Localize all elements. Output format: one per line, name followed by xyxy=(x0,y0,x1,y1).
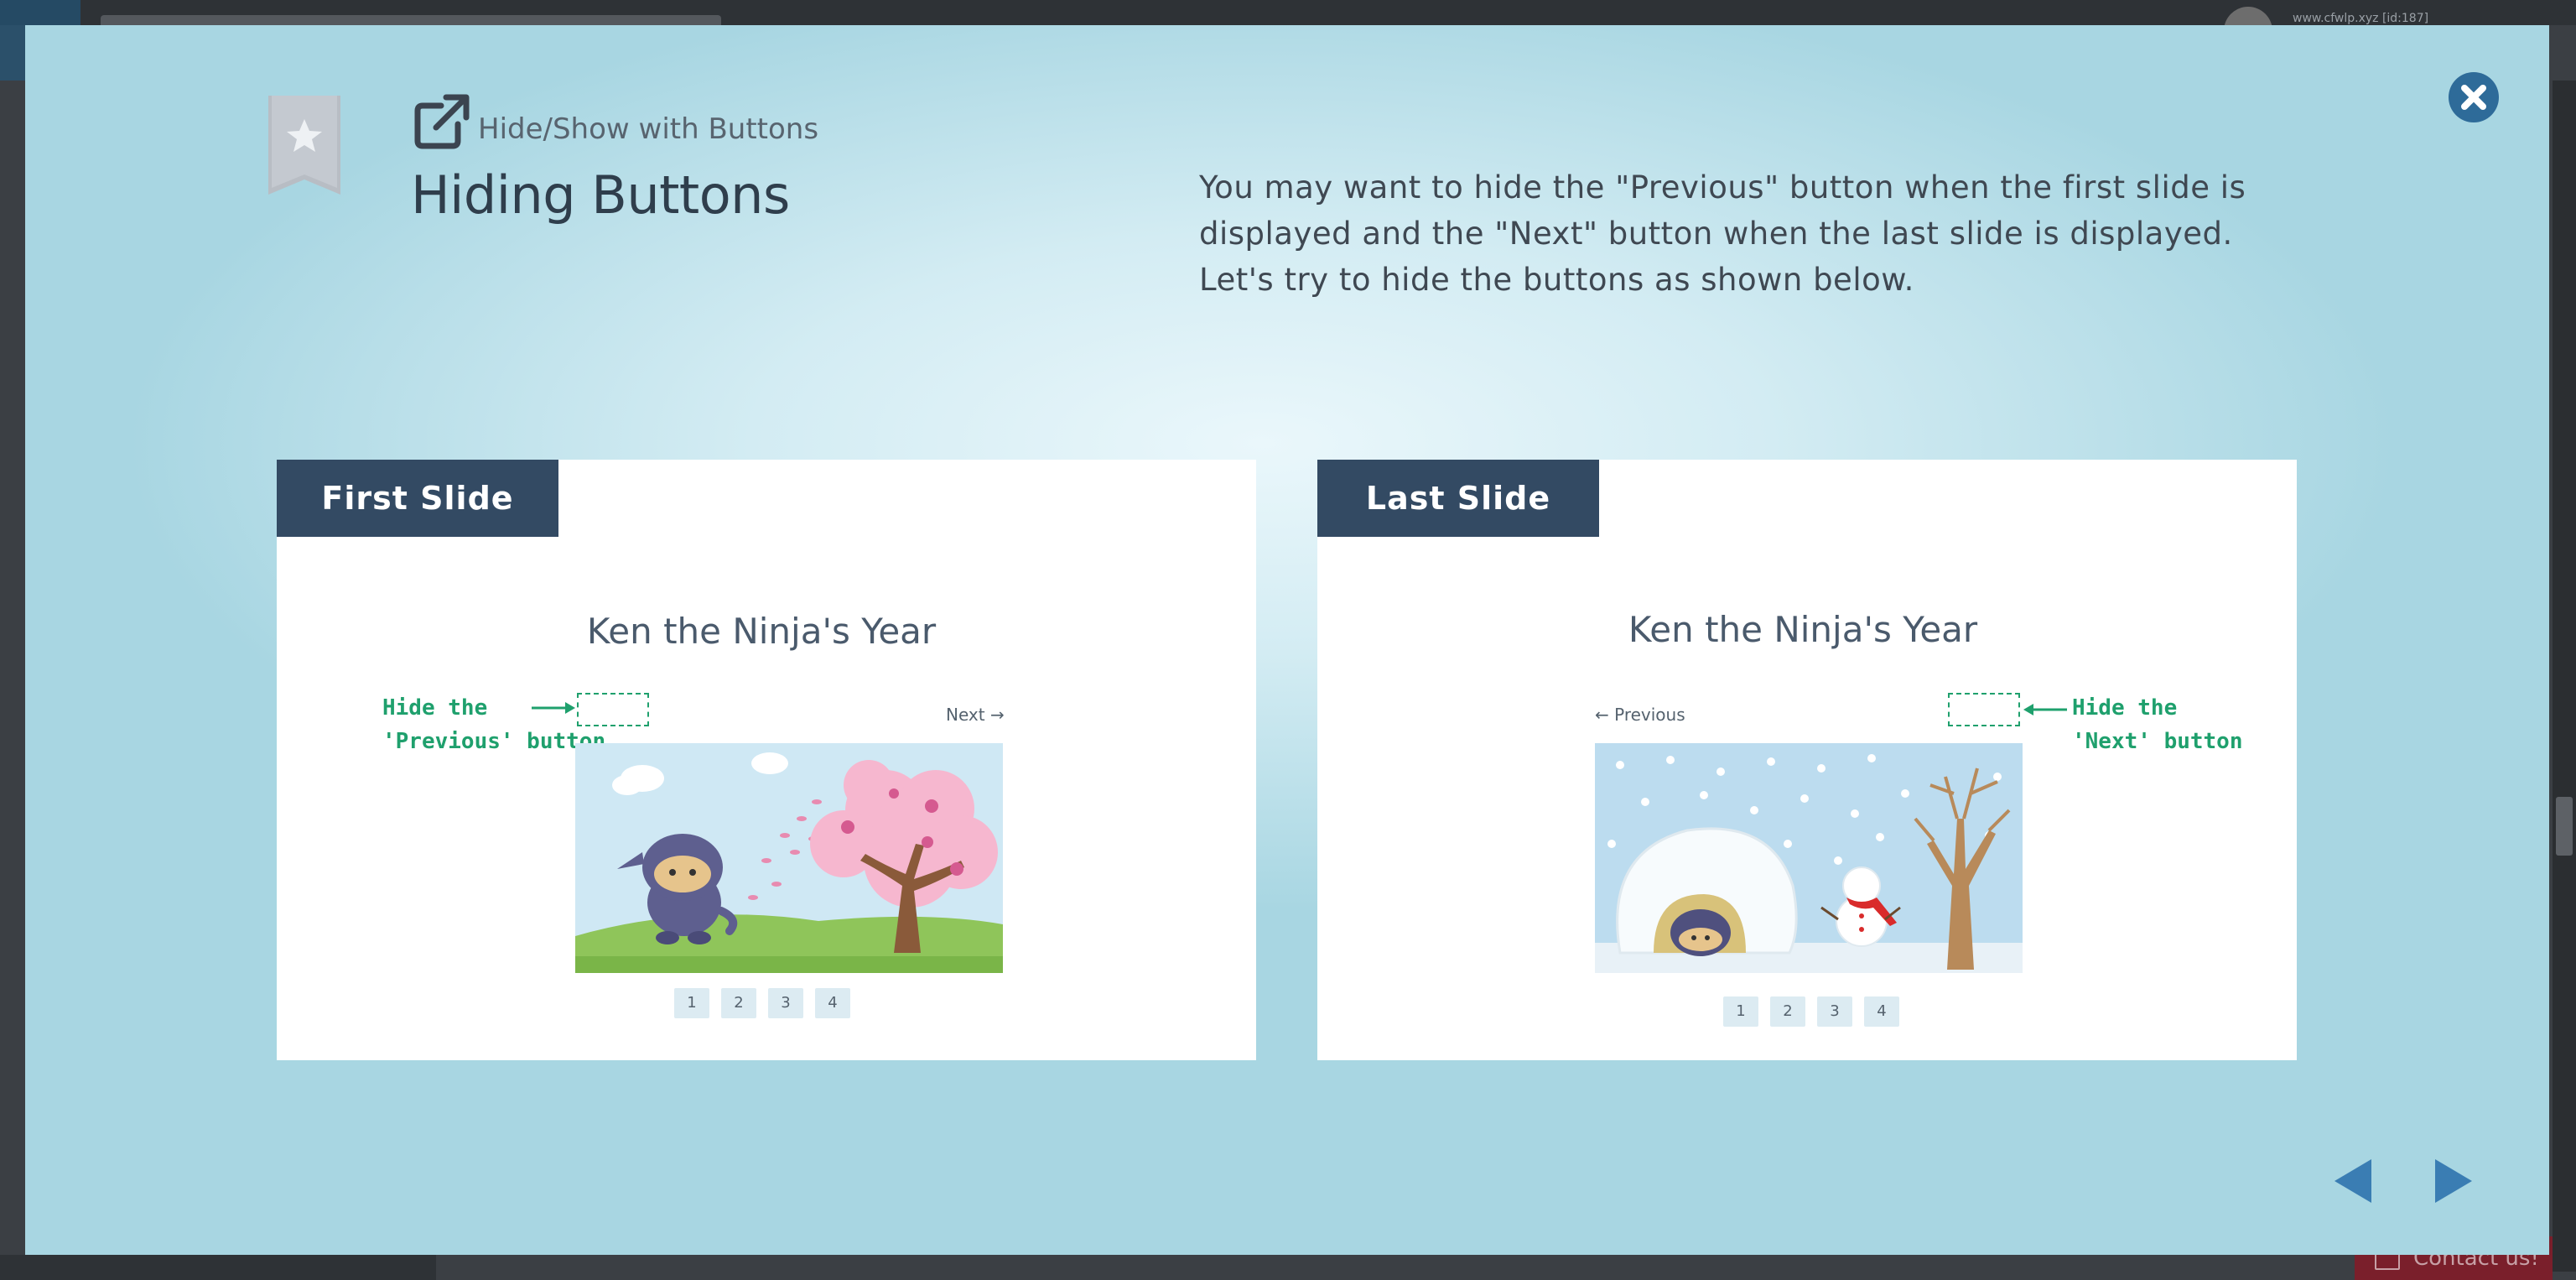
page-3-button[interactable]: 3 xyxy=(768,988,803,1018)
last-slide-pager: 1 2 3 4 xyxy=(1723,996,1899,1027)
section-title: Hide/Show with Buttons xyxy=(478,112,819,146)
triangle-right-icon xyxy=(2435,1159,2472,1203)
background-user-text: www.cfwlp.xyz [id:187] xyxy=(2293,12,2429,25)
next-annotation: Hide the 'Next' button xyxy=(2072,691,2243,758)
page-1-button[interactable]: 1 xyxy=(1723,996,1758,1027)
triangle-left-icon xyxy=(2334,1159,2371,1203)
external-link-icon xyxy=(414,94,470,149)
page-2-button[interactable]: 2 xyxy=(721,988,756,1018)
next-slide-button[interactable] xyxy=(2428,1154,2479,1208)
last-slide-panel: Last Slide Ken the Ninja's Year ← Previo… xyxy=(1317,460,2297,1060)
background-scrollbar-thumb xyxy=(2556,797,2573,856)
hidden-next-placeholder xyxy=(1948,693,2020,726)
first-slide-heading: Ken the Ninja's Year xyxy=(586,611,937,652)
next-annotation-line1: Hide the xyxy=(2072,695,2178,721)
page-1-button[interactable]: 1 xyxy=(674,988,709,1018)
previous-annotation-line2: 'Previous' button xyxy=(382,729,606,754)
winter-ninja-illustration xyxy=(1595,743,2023,973)
background-bottom-bar xyxy=(0,1255,436,1280)
first-slide-tag: First Slide xyxy=(277,460,558,537)
page-3-button[interactable]: 3 xyxy=(1817,996,1852,1027)
last-slide-heading: Ken the Ninja's Year xyxy=(1628,609,1978,650)
next-annotation-line2: 'Next' button xyxy=(2072,729,2243,754)
annotation-arrow xyxy=(2023,704,2067,715)
page-4-button[interactable]: 4 xyxy=(815,988,850,1018)
hidden-previous-placeholder xyxy=(577,693,649,726)
page-2-button[interactable]: 2 xyxy=(1770,996,1805,1027)
slide-title: Hiding Buttons xyxy=(411,164,790,226)
close-icon xyxy=(2461,85,2486,110)
previous-link[interactable]: ← Previous xyxy=(1595,705,1685,725)
bookmark-star-icon[interactable] xyxy=(268,96,340,195)
last-slide-tag: Last Slide xyxy=(1317,460,1599,537)
background-scrollbar xyxy=(2553,81,2576,1272)
page-4-button[interactable]: 4 xyxy=(1864,996,1899,1027)
next-link[interactable]: Next → xyxy=(946,705,1005,725)
spring-ninja-illustration xyxy=(575,743,1003,973)
close-button[interactable] xyxy=(2449,72,2499,122)
annotation-arrow xyxy=(532,702,575,714)
lesson-modal: Hide/Show with Buttons Hiding Buttons Yo… xyxy=(25,25,2549,1255)
lesson-description: You may want to hide the "Previous" butt… xyxy=(1199,169,2246,298)
previous-slide-button[interactable] xyxy=(2328,1154,2378,1208)
first-slide-pager: 1 2 3 4 xyxy=(674,988,850,1018)
first-slide-panel: First Slide Ken the Ninja's Year Hide th… xyxy=(277,460,1256,1060)
